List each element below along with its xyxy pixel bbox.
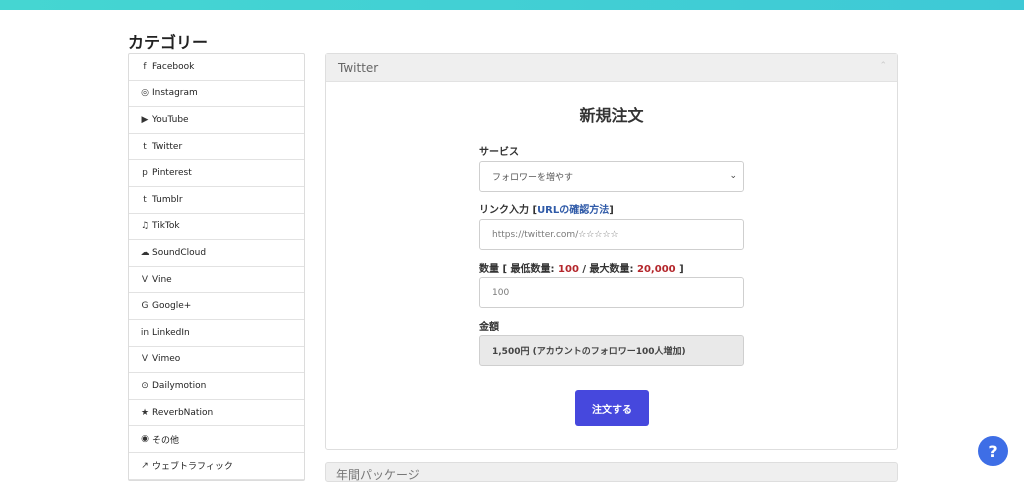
sidebar-item-dailymotion[interactable]: ⊙ Dailymotion	[129, 373, 304, 400]
star-icon: ★	[140, 407, 150, 418]
quantity-min-label: 最低数量:	[510, 264, 559, 275]
price-value: 1,500円 (アカウントのフォロワー100人増加)	[492, 347, 686, 357]
quantity-max-label: 最大数量:	[589, 264, 638, 275]
chevron-up-icon[interactable]: ⌃	[879, 61, 887, 71]
sidebar-item-google[interactable]: G Google+	[129, 293, 304, 320]
panel-header[interactable]: Twitter ⌃	[326, 54, 897, 82]
next-panel-header[interactable]: 年間パッケージ	[325, 462, 898, 482]
other-icon: ◉	[141, 434, 149, 445]
sidebar-item-label: ウェブトラフィック	[152, 462, 233, 473]
sidebar-item-label: SoundCloud	[152, 247, 207, 258]
quantity-separator: /	[578, 264, 590, 275]
sidebar-item-label: TikTok	[152, 221, 180, 232]
price-label: 金額	[479, 322, 499, 333]
next-panel-title: 年間パッケージ	[336, 468, 420, 482]
chevron-down-icon: ⌄	[729, 171, 737, 181]
quantity-input[interactable]: 100	[479, 277, 744, 308]
sidebar-item-label: Vine	[152, 274, 172, 285]
sidebar-item-reverbnation[interactable]: ★ ReverbNation	[129, 400, 304, 427]
quantity-min-value: 100	[558, 264, 579, 275]
quantity-label-text: 数量	[479, 264, 499, 275]
link-input-placeholder: https://twitter.com/☆☆☆☆☆	[492, 229, 619, 240]
sidebar-item-soundcloud[interactable]: ☁ SoundCloud	[129, 240, 304, 267]
link-input[interactable]: https://twitter.com/☆☆☆☆☆	[479, 219, 744, 250]
link-label: リンク入力 [URLの確認方法]	[479, 201, 614, 216]
top-accent-bar	[0, 0, 1024, 10]
tumblr-icon: t	[143, 194, 147, 205]
service-select-value: フォロワーを増やす	[492, 173, 574, 183]
sidebar-item-label: ReverbNation	[152, 407, 214, 418]
sidebar-item-instagram[interactable]: ◎ Instagram	[129, 81, 304, 108]
sidebar-item-label: Dailymotion	[152, 380, 207, 391]
category-title: カテゴリー	[128, 33, 209, 52]
quantity-bracket-open: [	[499, 264, 511, 275]
sidebar-item-vine[interactable]: V Vine	[129, 267, 304, 294]
sidebar-item-[interactable]: ◉ その他	[129, 426, 304, 453]
sidebar-item-[interactable]: ↗ ウェブトラフィック	[129, 453, 304, 480]
instagram-icon: ◎	[141, 88, 149, 99]
order-panel: Twitter ⌃ 新規注文 サービス フォロワーを増やす ⌄ リンク入力 [U…	[325, 53, 898, 450]
dailymotion-icon: ⊙	[141, 380, 149, 391]
sidebar-item-label: Instagram	[152, 88, 198, 99]
sidebar-item-tiktok[interactable]: ♫ TikTok	[129, 214, 304, 241]
tiktok-icon: ♫	[140, 221, 150, 232]
quantity-label: 数量 [ 最低数量: 100 / 最大数量: 20,000 ]	[479, 260, 684, 275]
sidebar-item-label: Facebook	[152, 61, 195, 72]
sidebar-item-label: LinkedIn	[152, 327, 190, 338]
sidebar-item-twitter[interactable]: t Twitter	[129, 134, 304, 161]
sidebar-item-label: Pinterest	[152, 168, 192, 179]
youtube-icon: ▶	[141, 114, 149, 125]
sidebar-item-label: YouTube	[152, 114, 189, 125]
sidebar-item-tumblr[interactable]: t Tumblr	[129, 187, 304, 214]
sidebar-item-facebook[interactable]: f Facebook	[129, 54, 304, 81]
twitter-icon: t	[143, 141, 147, 152]
chart-icon: ↗	[141, 460, 149, 471]
service-label: サービス	[479, 147, 519, 158]
soundcloud-icon: ☁	[140, 247, 150, 258]
quantity-input-placeholder: 100	[492, 287, 510, 298]
linkedin-icon: in	[140, 327, 150, 338]
link-help-open: [	[529, 205, 538, 216]
price-field: 1,500円 (アカウントのフォロワー100人増加)	[479, 335, 744, 366]
panel-title: Twitter	[338, 60, 379, 75]
help-button[interactable]: ?	[978, 436, 1008, 466]
link-help-close: ]	[609, 205, 614, 216]
sidebar-item-label: その他	[152, 435, 180, 446]
sidebar-item-linkedin[interactable]: in LinkedIn	[129, 320, 304, 347]
sidebar-item-label: Vimeo	[152, 354, 181, 365]
form-title: 新規注文	[579, 106, 644, 125]
sidebar-item-vimeo[interactable]: V Vimeo	[129, 347, 304, 374]
sidebar-item-label: Google+	[152, 301, 192, 312]
quantity-max-value: 20,000	[637, 264, 676, 275]
sidebar-item-label: Twitter	[152, 141, 183, 152]
googleplus-icon: G	[141, 301, 149, 312]
category-sidebar: f Facebook ◎ Instagram ▶ YouTube t Twitter p Pint…	[128, 53, 305, 481]
vimeo-icon: V	[141, 354, 149, 365]
sidebar-item-pinterest[interactable]: p Pinterest	[129, 160, 304, 187]
sidebar-item-youtube[interactable]: ▶ YouTube	[129, 107, 304, 134]
pinterest-icon: p	[142, 168, 148, 179]
url-help-link[interactable]: URLの確認方法	[537, 205, 609, 216]
vine-icon: V	[141, 274, 149, 285]
service-select[interactable]: フォロワーを増やす ⌄	[479, 161, 744, 192]
link-label-text: リンク入力	[479, 205, 529, 216]
quantity-bracket-close: ]	[675, 264, 684, 275]
sidebar-item-label: Tumblr	[152, 194, 183, 205]
submit-order-button[interactable]: 注文する	[575, 390, 649, 426]
facebook-icon: f	[143, 61, 147, 72]
